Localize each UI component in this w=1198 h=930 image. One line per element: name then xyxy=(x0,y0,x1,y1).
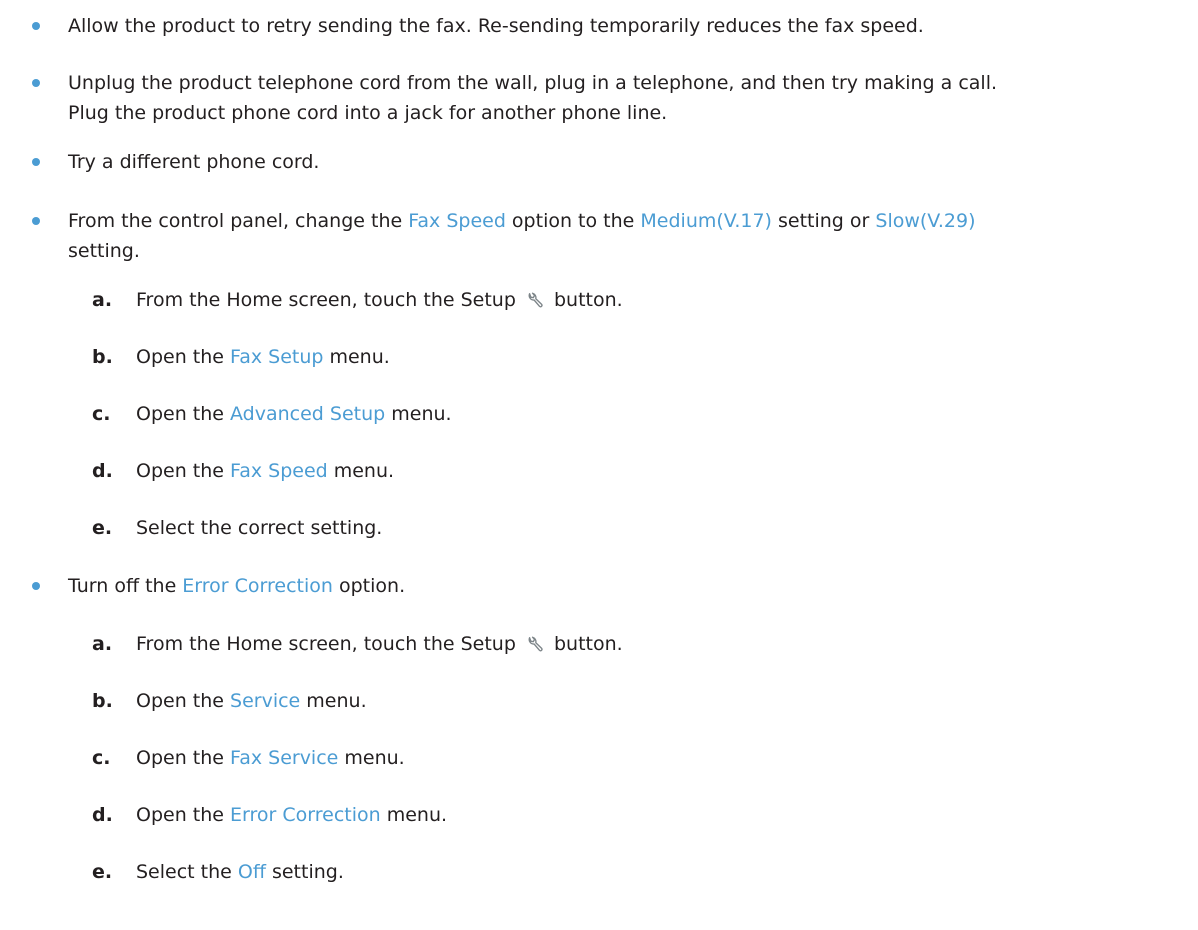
bullet-dot xyxy=(32,582,40,590)
text-run: Open the xyxy=(136,690,231,712)
text-run: setting or xyxy=(771,210,876,232)
step-text: Open the Fax Service menu. xyxy=(136,742,405,774)
step-text: From the Home screen, touch the Setup bu… xyxy=(136,284,623,316)
text-run: Open the xyxy=(136,804,231,826)
text-run: menu. xyxy=(327,460,395,482)
text-run: Open the xyxy=(136,403,231,425)
text-run: Open the xyxy=(136,460,231,482)
bullet-dot xyxy=(32,22,40,30)
step-letter: c. xyxy=(92,403,111,425)
bullet-text: Allow the product to retry sending the f… xyxy=(68,15,924,37)
text-run: From the control panel, change the xyxy=(68,210,409,232)
step-text: Select the correct setting. xyxy=(136,512,382,544)
text-run: Open the xyxy=(136,346,231,368)
ui-label: Error Correction xyxy=(182,575,333,597)
step-letter: c. xyxy=(92,747,111,769)
step-text: Select the Off setting. xyxy=(136,856,344,888)
step-text: Open the Service menu. xyxy=(136,685,367,717)
step-text: Open the Advanced Setup menu. xyxy=(136,398,452,430)
text-run: menu. xyxy=(300,690,367,712)
step-text: Open the Error Correction menu. xyxy=(136,799,447,831)
step-text: Open the Fax Setup menu. xyxy=(136,341,390,373)
text-run: option to the xyxy=(505,210,641,232)
ui-label: Fax Speed xyxy=(408,210,506,232)
text-run: Select the correct setting. xyxy=(136,517,383,539)
ui-label: Fax Setup xyxy=(230,346,324,368)
ui-label: Fax Speed xyxy=(230,460,328,482)
ui-label: Error Correction xyxy=(230,804,381,826)
text-run: menu. xyxy=(323,346,390,368)
step-letter: e. xyxy=(92,861,113,883)
step-letter: d. xyxy=(92,460,113,482)
text-run: menu. xyxy=(338,747,405,769)
text-run: menu. xyxy=(380,804,448,826)
ui-label: Medium(V.17) xyxy=(640,210,772,232)
step-letter: b. xyxy=(92,346,113,368)
text-run: Turn off the xyxy=(68,575,183,597)
bullet-dot xyxy=(32,79,40,87)
bullet-text: Try a different phone cord. xyxy=(68,151,320,173)
bullet-dot xyxy=(32,217,40,225)
step-letter: a. xyxy=(92,289,113,311)
bullet-text: setting. xyxy=(68,240,140,262)
ui-label: Fax Service xyxy=(230,747,339,769)
text-run: setting. xyxy=(265,861,344,883)
text-run: From the Home screen, touch the Setup xyxy=(136,633,522,655)
step-letter: d. xyxy=(92,804,113,826)
text-run: Select the xyxy=(136,861,238,883)
text-run: button. xyxy=(547,289,623,311)
text-run: option. xyxy=(332,575,406,597)
ui-label: Off xyxy=(237,861,266,883)
step-text: From the Home screen, touch the Setup bu… xyxy=(136,628,623,660)
wrench-icon xyxy=(528,636,543,652)
wrench-icon xyxy=(528,292,543,308)
step-letter: e. xyxy=(92,517,113,539)
bullet-text: Turn off the Error Correction option. xyxy=(68,570,405,602)
bullet-text: Unplug the product telephone cord from t… xyxy=(68,72,998,94)
text-run: From the Home screen, touch the Setup xyxy=(136,289,522,311)
ui-label: Slow(V.29) xyxy=(875,210,976,232)
step-text: Open the Fax Speed menu. xyxy=(136,455,394,487)
text-run: button. xyxy=(547,633,623,655)
ui-label: Service xyxy=(230,690,301,712)
bullet-text: From the control panel, change the Fax S… xyxy=(68,205,975,237)
text-run: menu. xyxy=(385,403,452,425)
step-letter: b. xyxy=(92,690,113,712)
bullet-text: Plug the product phone cord into a jack … xyxy=(68,102,668,124)
text-run: Open the xyxy=(136,747,231,769)
ui-label: Advanced Setup xyxy=(230,403,386,425)
bullet-dot xyxy=(32,158,40,166)
step-letter: a. xyxy=(92,633,113,655)
